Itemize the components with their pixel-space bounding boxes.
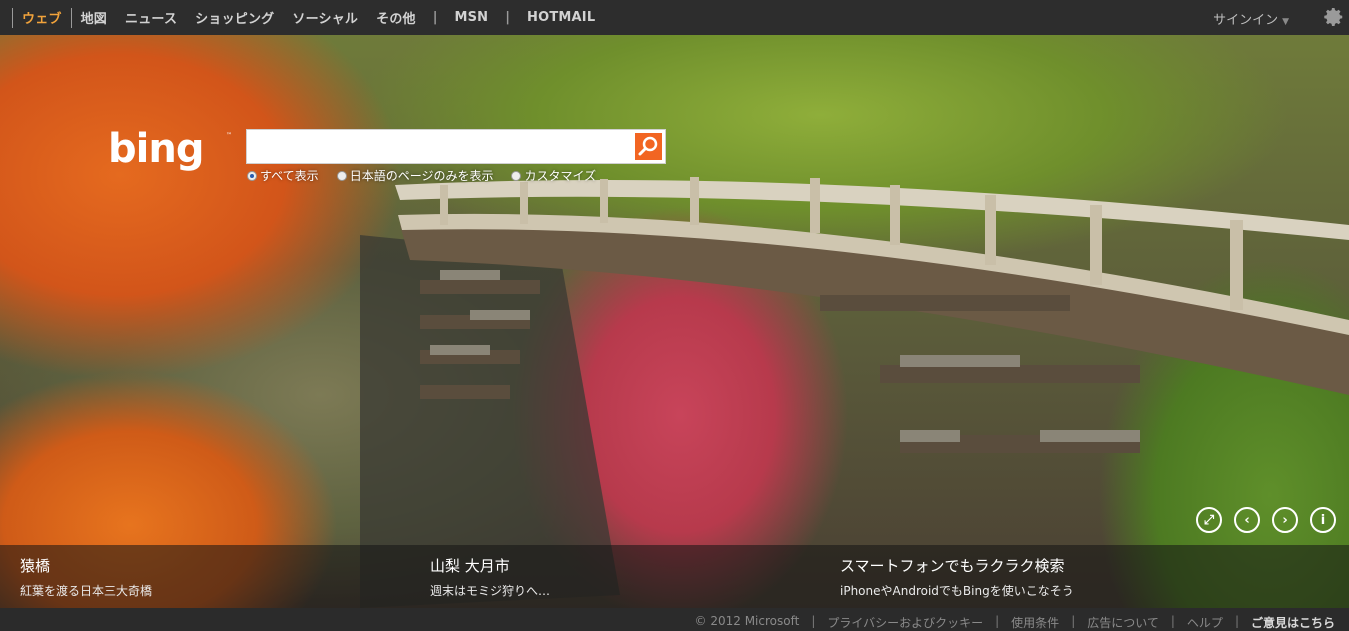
gear-icon[interactable] <box>1323 6 1345 28</box>
nav-shopping[interactable]: ショッピング <box>186 8 283 27</box>
radio-button[interactable] <box>336 170 347 181</box>
footer-link-privacy[interactable]: プライバシーおよびクッキー <box>827 614 983 631</box>
nav-menu: ウェブ 地図 ニュース ショッピング ソーシャル その他 | MSN | HOT… <box>12 0 604 35</box>
option-label: カスタマイズ <box>524 169 597 183</box>
story-2[interactable]: 山梨 大月市 週末はモミジ狩りへ… <box>430 555 550 599</box>
story-title: スマートフォンでもラクラク検索 <box>840 557 1065 575</box>
nav-separator: | <box>505 10 511 25</box>
image-controls: ⤢ ‹ › i <box>1196 507 1348 533</box>
footer-link-feedback[interactable]: ご意見はこちら <box>1251 614 1335 631</box>
footer-separator: | <box>995 614 1000 628</box>
previous-icon[interactable]: ‹ <box>1234 507 1260 533</box>
story-1[interactable]: 猿橋 紅葉を渡る日本三大奇橋 <box>20 555 152 599</box>
story-subtitle: iPhoneやAndroidでもBingを使いこなそう <box>840 584 1074 598</box>
chevron-down-icon: ▼ <box>1282 17 1289 27</box>
signin-label: サインイン <box>1213 13 1279 28</box>
search-input[interactable] <box>247 130 632 163</box>
nav-social[interactable]: ソーシャル <box>283 8 367 27</box>
search-button[interactable] <box>635 133 662 160</box>
option-japanese-only[interactable]: 日本語のページのみを表示 <box>336 167 494 184</box>
footer-link-ads[interactable]: 広告について <box>1087 614 1159 631</box>
svg-text:bing: bing <box>108 126 203 172</box>
footer-links: © 2012 Microsoft | プライバシーおよびクッキー | 使用条件 … <box>689 614 1335 631</box>
info-icon[interactable]: i <box>1310 507 1336 533</box>
option-label: すべて表示 <box>260 169 319 183</box>
footer-separator: | <box>1170 614 1175 628</box>
svg-text:™: ™ <box>226 132 232 139</box>
radio-button[interactable] <box>511 170 522 181</box>
next-icon[interactable]: › <box>1272 507 1298 533</box>
nav-web[interactable]: ウェブ <box>13 8 71 27</box>
nav-hotmail[interactable]: HOTMAIL <box>518 10 604 25</box>
footer-link-terms[interactable]: 使用条件 <box>1011 614 1059 631</box>
signin-menu[interactable]: サインイン ▼ <box>1213 9 1289 28</box>
search-box <box>246 129 666 164</box>
story-3[interactable]: スマートフォンでもラクラク検索 iPhoneやAndroidでもBingを使いこ… <box>840 555 1074 599</box>
top-bar: ウェブ 地図 ニュース ショッピング ソーシャル その他 | MSN | HOT… <box>0 0 1349 35</box>
bing-logo[interactable]: bing ™ <box>108 125 236 173</box>
footer-link-help[interactable]: ヘルプ <box>1187 614 1223 631</box>
magnifier-icon <box>638 136 658 156</box>
footer-separator: | <box>811 614 816 628</box>
expand-icon[interactable]: ⤢ <box>1196 507 1222 533</box>
background-image: bing ™ すべて表示 日本語のページのみを表示 カスタマイズ ⤢ ‹ › i <box>0 35 1349 608</box>
option-customize[interactable]: カスタマイズ <box>511 167 596 184</box>
search-scope-options: すべて表示 日本語のページのみを表示 カスタマイズ <box>247 167 596 184</box>
footer: © 2012 Microsoft | プライバシーおよびクッキー | 使用条件 … <box>0 608 1349 630</box>
option-label: 日本語のページのみを表示 <box>349 169 494 183</box>
nav-msn[interactable]: MSN <box>445 10 497 25</box>
footer-separator: | <box>1234 614 1239 628</box>
story-subtitle: 紅葉を渡る日本三大奇橋 <box>20 584 153 598</box>
footer-separator: | <box>1071 614 1076 628</box>
nav-more[interactable]: その他 <box>367 8 425 27</box>
story-title: 猿橋 <box>20 557 51 575</box>
radio-button[interactable] <box>247 170 257 181</box>
story-title: 山梨 大月市 <box>430 557 510 575</box>
nav-news[interactable]: ニュース <box>116 8 186 27</box>
copyright: © 2012 Microsoft <box>694 614 800 628</box>
nav-maps[interactable]: 地図 <box>72 8 116 27</box>
bridge-illustration <box>360 177 1349 608</box>
story-subtitle: 週末はモミジ狩りへ… <box>430 584 551 598</box>
hotspot-strip: 猿橋 紅葉を渡る日本三大奇橋 山梨 大月市 週末はモミジ狩りへ… スマートフォン… <box>0 545 1349 608</box>
option-all[interactable]: すべて表示 <box>247 167 319 184</box>
nav-separator: | <box>432 10 438 25</box>
